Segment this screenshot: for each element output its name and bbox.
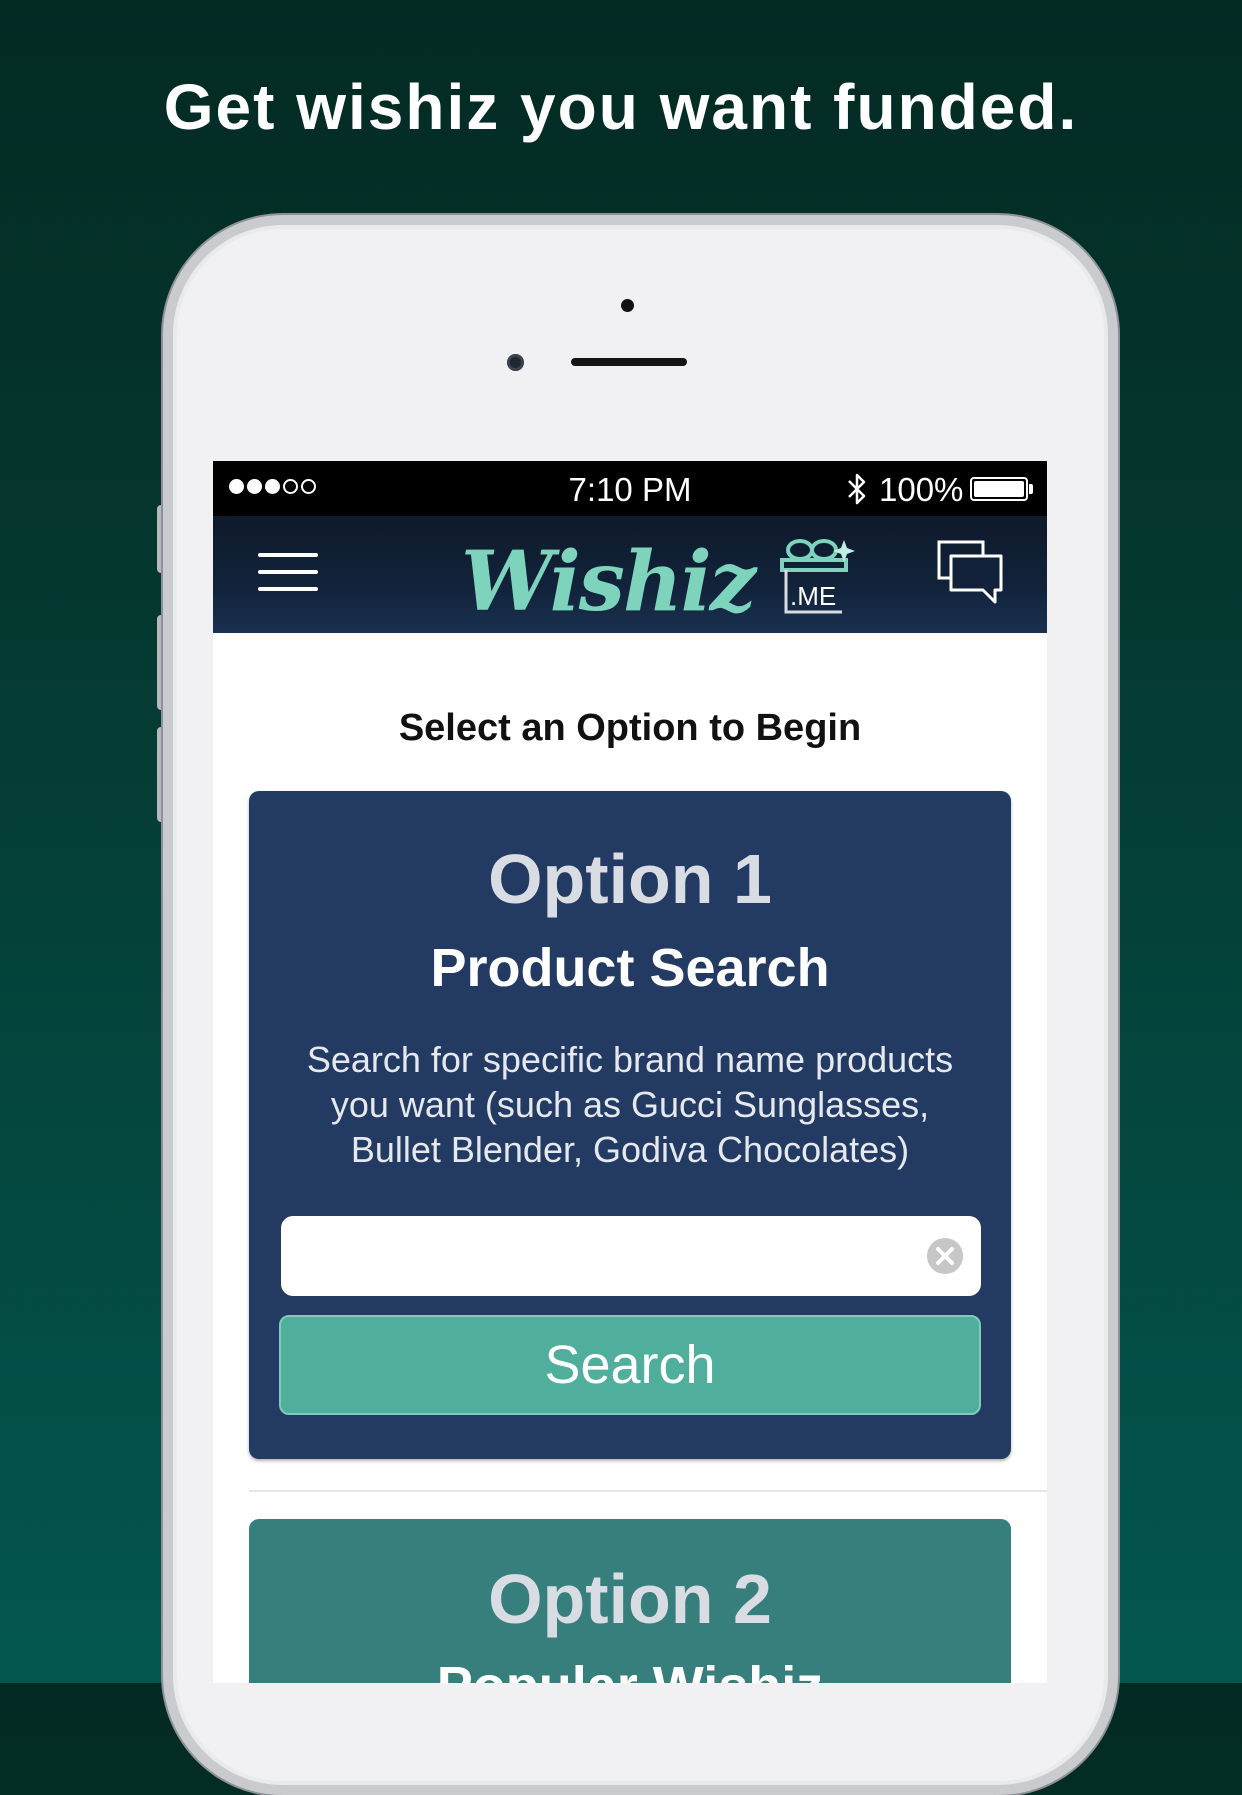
page-title: Select an Option to Begin bbox=[398, 707, 862, 749]
option1-card: Option 1 Product Search Search for speci… bbox=[249, 791, 1011, 1459]
battery-tip bbox=[1029, 484, 1033, 494]
battery-icon bbox=[970, 477, 1028, 501]
option1-subtitle: Product Search bbox=[430, 938, 830, 998]
app-logo: Wishiz .ME bbox=[461, 522, 858, 632]
app-header: Wishiz .ME bbox=[213, 516, 1047, 633]
headline: Get wishiz you want funded. bbox=[163, 71, 1079, 143]
search-input[interactable] bbox=[297, 1216, 921, 1298]
status-bar: 7:10 PM 100% bbox=[213, 461, 1047, 516]
option2-title: Option 2 bbox=[488, 1560, 772, 1638]
bluetooth-icon bbox=[848, 473, 866, 505]
chat-bubbles-icon[interactable] bbox=[937, 540, 1007, 608]
main-content: Select an Option to Begin Option 1 Produ… bbox=[213, 633, 1047, 1683]
front-camera bbox=[507, 354, 524, 371]
option2-subtitle: Popular Wishiz bbox=[249, 1655, 1011, 1683]
logo-suffix: .ME bbox=[790, 581, 836, 611]
option1-title: Option 1 bbox=[488, 840, 772, 918]
search-button[interactable]: Search bbox=[279, 1315, 981, 1415]
proximity-sensor bbox=[621, 299, 634, 312]
option2-card[interactable]: Option 2 Popular Wishiz bbox=[249, 1519, 1011, 1683]
option1-description: Search for specific brand name products … bbox=[279, 1037, 981, 1172]
hamburger-menu-icon[interactable] bbox=[258, 553, 318, 593]
option1-desc-line-2: you want (such as Gucci Sunglasses, bbox=[330, 1084, 930, 1125]
option1-desc-line-3: Bullet Blender, Godiva Chocolates) bbox=[350, 1129, 910, 1170]
search-field[interactable] bbox=[281, 1216, 981, 1298]
battery-percent: 100% bbox=[879, 471, 964, 508]
option1-desc-line-1: Search for specific brand name products bbox=[306, 1039, 954, 1080]
clear-icon[interactable] bbox=[927, 1238, 963, 1274]
phone-screen: 7:10 PM 100% Wishiz .ME Select an Option… bbox=[213, 461, 1047, 1683]
section-divider bbox=[249, 1490, 1047, 1492]
earpiece-speaker bbox=[571, 358, 687, 366]
gift-box-icon: .ME bbox=[780, 539, 856, 614]
logo-text: Wishiz bbox=[461, 534, 756, 630]
